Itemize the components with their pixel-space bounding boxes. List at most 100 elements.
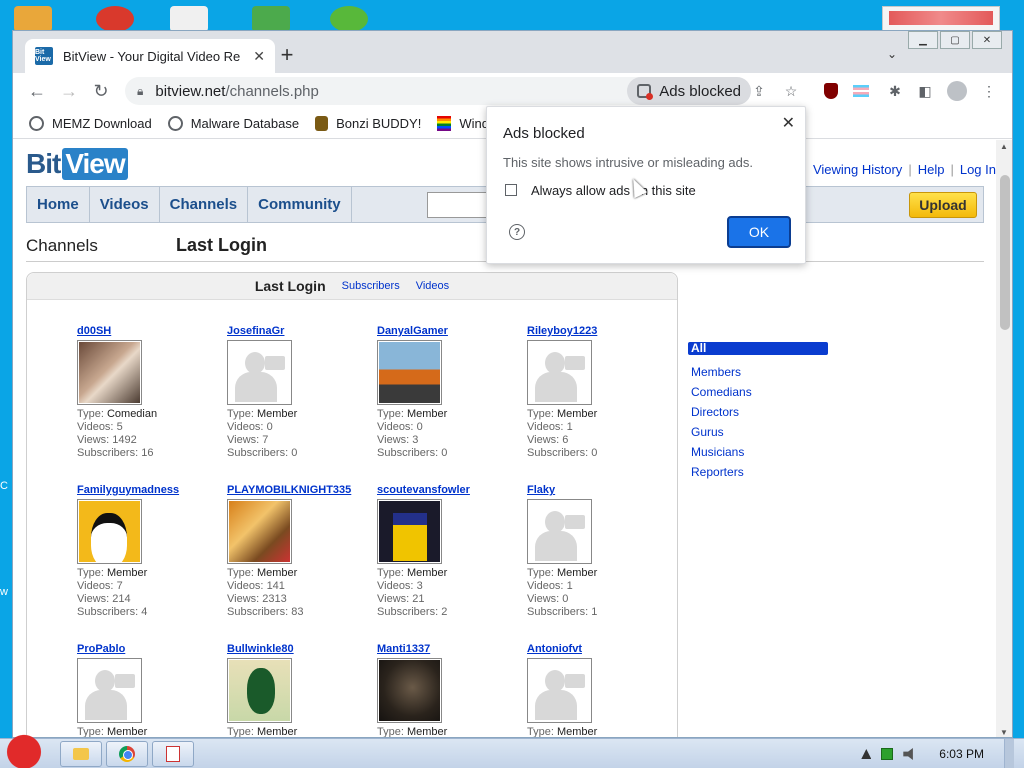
ublock-extension-icon[interactable] (821, 81, 841, 101)
channel-name-link[interactable]: Familyguymadness (77, 484, 222, 496)
share-icon[interactable]: ⇪ (749, 81, 769, 101)
category-gurus[interactable]: Gurus (688, 422, 828, 442)
page-scrollbar[interactable]: ▲ ▼ (996, 140, 1012, 737)
address-bar[interactable]: 🔒︎ bitview.net/channels.php Ads blocked (125, 77, 751, 105)
channel-name-link[interactable]: scoutevansfowler (377, 484, 522, 496)
desktop-chrome-icon[interactable] (96, 6, 134, 32)
desktop-note-icon[interactable] (882, 6, 1000, 32)
close-icon[interactable]: ✕ (782, 113, 795, 133)
scroll-thumb[interactable] (1000, 175, 1010, 330)
profile-avatar-icon[interactable] (947, 81, 967, 101)
side-panel-icon[interactable]: ◧ (915, 81, 935, 101)
taskbar-app[interactable] (152, 741, 194, 767)
viewing-history-link[interactable]: Viewing History (813, 162, 902, 177)
taskbar-explorer[interactable] (60, 741, 102, 767)
help-link[interactable]: Help (918, 162, 945, 177)
channel-avatar[interactable] (527, 340, 592, 405)
category-members[interactable]: Members (688, 362, 828, 382)
trans-flag-extension-icon[interactable] (851, 81, 871, 101)
channel-avatar[interactable] (377, 340, 442, 405)
ads-blocked-chip[interactable]: Ads blocked (627, 77, 751, 105)
nav-channels[interactable]: Channels (160, 187, 249, 222)
tab-close-icon[interactable]: ✕ (253, 48, 265, 65)
desktop-game-icon[interactable] (330, 6, 368, 32)
channel-avatar[interactable] (377, 658, 442, 723)
lock-icon[interactable]: 🔒︎ (137, 84, 143, 99)
channel-avatar[interactable] (227, 499, 292, 564)
channel-avatar[interactable] (227, 658, 292, 723)
channel-thumbnail (229, 660, 290, 721)
scroll-down-icon[interactable]: ▼ (1000, 728, 1008, 737)
category-all[interactable]: All (688, 342, 828, 355)
action-center-flag-icon[interactable] (861, 749, 872, 759)
channel-avatar[interactable] (77, 499, 142, 564)
bookmark-bonzi[interactable]: Bonzi BUDDY! (315, 116, 421, 131)
channel-views: Views: 1492 (77, 434, 137, 446)
category-directors[interactable]: Directors (688, 402, 828, 422)
nav-community[interactable]: Community (248, 187, 352, 222)
category-reporters[interactable]: Reporters (688, 462, 828, 482)
browser-tab[interactable]: Bit View BitView - Your Digital Video Re… (25, 39, 275, 73)
nav-videos[interactable]: Videos (90, 187, 160, 222)
reload-icon[interactable]: ↻ (89, 79, 113, 103)
channel-name-link[interactable]: Bullwinkle80 (227, 643, 372, 655)
desktop-folder-icon[interactable] (14, 6, 52, 32)
desktop-cards-icon[interactable] (170, 6, 208, 32)
help-icon[interactable]: ? (509, 224, 525, 240)
channel-avatar[interactable] (527, 499, 592, 564)
scroll-up-icon[interactable]: ▲ (1000, 142, 1008, 151)
tab-search-chevron-icon[interactable]: ⌄ (887, 47, 897, 61)
bookmark-wind[interactable]: Wind (437, 116, 489, 131)
upload-button[interactable]: Upload (909, 192, 977, 218)
channel-avatar[interactable] (377, 499, 442, 564)
bitview-logo[interactable]: Bit View (26, 148, 128, 180)
clock[interactable]: 6:03 PM (939, 747, 984, 761)
extensions-puzzle-icon[interactable]: ✱ (885, 81, 905, 101)
channel-name-link[interactable]: PLAYMOBILKNIGHT335 (227, 484, 372, 496)
menu-kebab-icon[interactable]: ⋮ (979, 81, 999, 101)
login-link[interactable]: Log In (960, 162, 996, 177)
minimize-icon[interactable]: ▁ (908, 31, 938, 49)
channel-name-link[interactable]: Rileyboy1223 (527, 325, 672, 337)
channel-name-link[interactable]: Antoniofvt (527, 643, 672, 655)
channel-name-link[interactable]: ProPablo (77, 643, 222, 655)
start-button-bird-icon[interactable] (2, 731, 46, 768)
close-window-icon[interactable]: ✕ (972, 31, 1002, 49)
channel-avatar[interactable] (227, 340, 292, 405)
folder-icon (73, 748, 89, 760)
bookmark-memz[interactable]: MEMZ Download (29, 116, 152, 131)
category-comedians[interactable]: Comedians (688, 382, 828, 402)
channel-name-link[interactable]: Manti1337 (377, 643, 522, 655)
dialog-title: Ads blocked (503, 125, 585, 142)
allow-ads-label[interactable]: Always allow ads on this site (531, 183, 696, 198)
forward-arrow-icon[interactable]: → (57, 79, 81, 103)
channels-panel: Last Login Subscribers Videos d00SH Type:… (26, 272, 678, 737)
channel-avatar[interactable] (77, 658, 142, 723)
new-tab-icon[interactable]: + (275, 43, 299, 67)
bookmark-star-icon[interactable]: ☆ (781, 81, 801, 101)
channel-card: PLAYMOBILKNIGHT335 Type: Member Videos: 14… (227, 484, 372, 619)
channel-name-link[interactable]: Flaky (527, 484, 672, 496)
tab-videos[interactable]: Videos (416, 280, 449, 292)
channel-avatar[interactable] (527, 658, 592, 723)
maximize-icon[interactable]: ▢ (940, 31, 970, 49)
channel-thumbnail (529, 501, 590, 562)
channel-name-link[interactable]: JosefinaGr (227, 325, 372, 337)
speaker-icon[interactable] (903, 748, 913, 760)
nav-home[interactable]: Home (27, 187, 90, 222)
desktop-shield-icon[interactable] (252, 6, 290, 32)
channel-name-link[interactable]: d00SH (77, 325, 222, 337)
battery-icon[interactable] (881, 748, 894, 760)
channel-name-link[interactable]: DanyalGamer (377, 325, 522, 337)
tab-subscribers[interactable]: Subscribers (342, 280, 400, 292)
bookmark-malware-db[interactable]: Malware Database (167, 116, 299, 131)
channel-avatar[interactable] (77, 340, 142, 405)
show-desktop-button[interactable] (1004, 739, 1014, 768)
channel-views: Views: 2313 (227, 593, 287, 605)
allow-ads-checkbox[interactable] (505, 184, 517, 196)
channel-videos: Videos: 0 (377, 421, 423, 433)
ok-button[interactable]: OK (727, 216, 791, 248)
category-musicians[interactable]: Musicians (688, 442, 828, 462)
taskbar-chrome[interactable] (106, 741, 148, 767)
back-arrow-icon[interactable]: ← (25, 79, 49, 103)
